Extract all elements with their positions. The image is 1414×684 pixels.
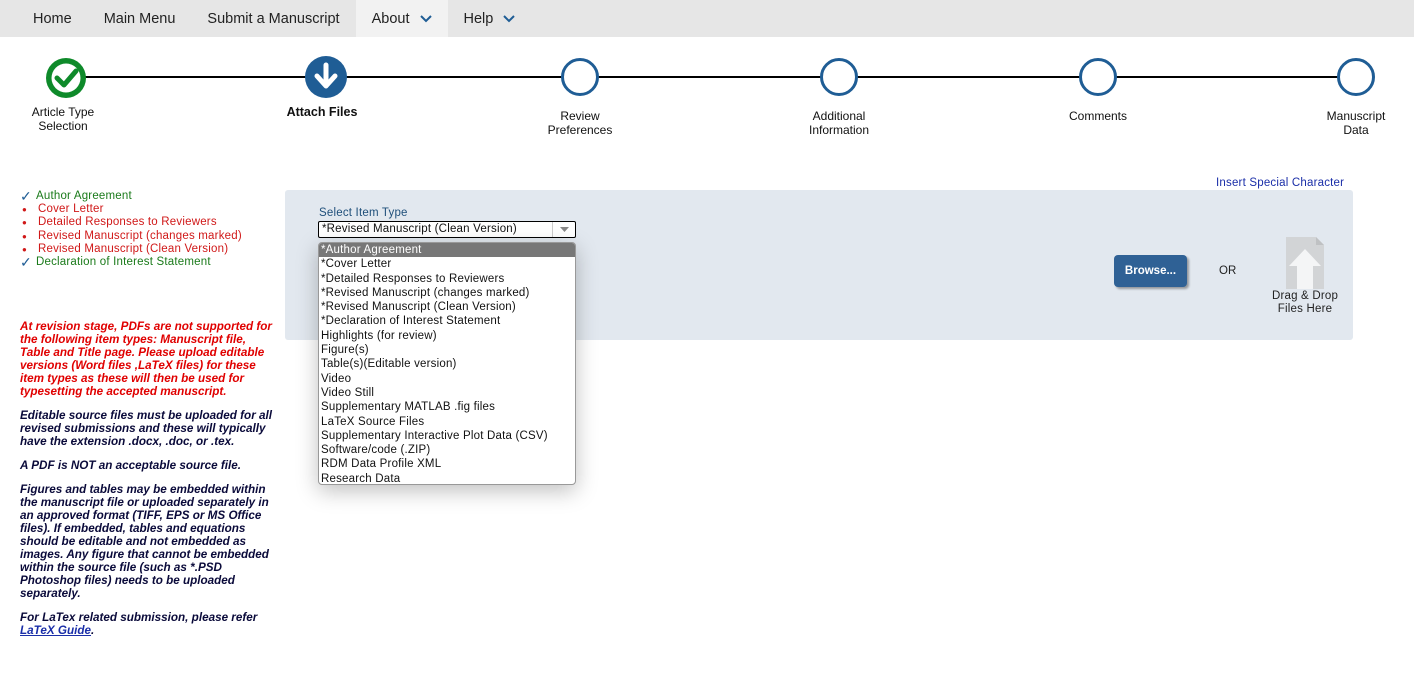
latex-guide-link[interactable]: LaTeX Guide [20, 624, 91, 637]
step-label-line: Article Type [31, 105, 95, 119]
step-label-line: Preferences [547, 123, 613, 137]
nav-main-menu[interactable]: Main Menu [88, 0, 192, 37]
figures-tables-note: Figures and tables may be embedded withi… [20, 483, 269, 600]
dropdown-arrow-icon[interactable] [552, 222, 575, 237]
item-type-option[interactable]: LaTeX Source Files [319, 415, 575, 429]
checklist-item: ● Cover Letter [20, 203, 280, 216]
step-pending-circle[interactable] [1337, 58, 1375, 96]
step-article-type-label: Article Type Selection [0, 105, 133, 133]
or-label: OR [1219, 265, 1237, 277]
drag-drop-upload-icon[interactable] [1284, 235, 1326, 291]
checklist-item-label: Cover Letter [38, 203, 104, 216]
item-type-option[interactable]: Video [319, 372, 575, 386]
required-items-checklist: ✓ Author Agreement ● Cover Letter ● Detaile… [20, 188, 280, 271]
item-type-option[interactable]: *Author Agreement [319, 243, 575, 258]
item-type-option[interactable]: Software/code (.ZIP) [319, 443, 575, 457]
checklist-item: ● Revised Manuscript (changes marked) [20, 230, 280, 243]
checklist-item-label: Declaration of Interest Statement [36, 256, 211, 269]
checklist-item-label: Revised Manuscript (Clean Version) [38, 242, 229, 255]
step-additional-information-label: Additional Information [769, 109, 909, 137]
item-type-selected-value: *Revised Manuscript (Clean Version) [322, 223, 517, 235]
item-type-option[interactable]: Table(s)(Editable version) [319, 357, 575, 371]
insert-special-character-link[interactable]: Insert Special Character [1216, 177, 1344, 189]
top-navigation: Home Main Menu Submit a Manuscript About… [0, 0, 1414, 37]
checkmark-icon: ✓ [20, 254, 32, 271]
item-type-option[interactable]: *Revised Manuscript (changes marked) [319, 286, 575, 300]
step-attach-files-label: Attach Files [252, 105, 392, 119]
step-label-line: Additional [812, 109, 866, 123]
nav-submit-label: Submit a Manuscript [207, 10, 340, 27]
progress-line [66, 76, 1356, 78]
nav-main-menu-label: Main Menu [103, 10, 176, 27]
checklist-item: ✓ Author Agreement [20, 188, 280, 204]
latex-note: For LaTex related submission, please ref… [20, 611, 278, 637]
checklist-item-label: Author Agreement [36, 190, 132, 202]
download-arrow-icon[interactable] [304, 55, 348, 99]
pdf-not-acceptable-note: A PDF is NOT an acceptable source file. [20, 459, 242, 472]
chevron-down-icon [503, 14, 516, 22]
step-comments-label: Comments [1028, 109, 1168, 123]
item-type-option[interactable]: Video Still [319, 386, 575, 400]
step-review-preferences-label: Review Preferences [510, 109, 650, 137]
step-label-line: Review [560, 109, 600, 123]
step-label-line: Attach Files [286, 105, 358, 119]
item-type-option[interactable]: *Detailed Responses to Reviewers [319, 272, 575, 286]
checkmark-icon: ✓ [20, 188, 32, 204]
checklist-item-label: Detailed Responses to Reviewers [38, 216, 217, 229]
item-type-option[interactable]: Research Data [319, 472, 575, 484]
step-manuscript-data-label: Manuscript Data [1286, 109, 1414, 137]
checklist-item: ● Revised Manuscript (Clean Version) [20, 243, 280, 256]
drag-drop-line: Drag & Drop [1271, 290, 1339, 302]
nav-help[interactable]: Help [448, 0, 532, 37]
nav-home[interactable]: Home [0, 0, 88, 37]
drag-drop-line: Files Here [1277, 303, 1333, 315]
browse-button[interactable]: Browse... [1114, 255, 1187, 287]
nav-about-label: About [371, 10, 410, 27]
nav-home-label: Home [33, 10, 72, 27]
item-type-option[interactable]: *Cover Letter [319, 257, 575, 271]
item-type-option[interactable]: RDM Data Profile XML [319, 457, 575, 471]
item-type-option[interactable]: Supplementary MATLAB .fig files [319, 400, 575, 414]
editable-source-note: Editable source files must be uploaded f… [20, 409, 272, 448]
step-complete-icon[interactable] [44, 56, 88, 100]
item-type-select[interactable]: *Revised Manuscript (Clean Version) [318, 221, 576, 238]
nav-about[interactable]: About [355, 0, 448, 37]
latex-note-suffix: . [91, 624, 95, 637]
step-pending-circle[interactable] [561, 58, 599, 96]
step-label-line: Data [1343, 123, 1369, 137]
item-type-option[interactable]: Figure(s) [319, 343, 575, 357]
submission-notes: At revision stage, PDFs are not supporte… [20, 320, 278, 648]
bullet-icon: ● [22, 218, 28, 228]
item-type-option[interactable]: *Revised Manuscript (Clean Version) [319, 300, 575, 314]
checklist-item: ● Detailed Responses to Reviewers [20, 216, 280, 229]
item-type-option[interactable]: Highlights (for review) [319, 329, 575, 343]
checklist-item-label: Revised Manuscript (changes marked) [38, 229, 242, 242]
select-item-type-label: Select Item Type [319, 207, 408, 219]
step-pending-circle[interactable] [820, 58, 858, 96]
step-label-line: Comments [1068, 109, 1127, 123]
step-label-line: Selection [38, 119, 88, 133]
step-label-line: Information [808, 123, 870, 137]
submission-progress: Article Type Selection Attach Files Revi… [0, 38, 1414, 148]
step-label-line: Manuscript [1326, 109, 1386, 123]
bullet-icon: ● [22, 205, 28, 215]
item-type-option[interactable]: *Declaration of Interest Statement [319, 314, 575, 328]
pdf-warning-note: At revision stage, PDFs are not supporte… [20, 320, 272, 398]
nav-submit-manuscript[interactable]: Submit a Manuscript [191, 0, 355, 37]
bullet-icon: ● [22, 231, 28, 241]
nav-help-label: Help [463, 10, 494, 27]
checklist-item: ✓ Declaration of Interest Statement [20, 254, 280, 271]
chevron-down-icon [419, 14, 432, 22]
latex-note-text: For LaTex related submission, please ref… [20, 611, 258, 624]
item-type-option[interactable]: Supplementary Interactive Plot Data (CSV… [319, 429, 575, 443]
item-type-dropdown-list: *Author Agreement *Cover Letter *Detaile… [318, 242, 576, 485]
step-pending-circle[interactable] [1079, 58, 1117, 96]
drag-drop-label[interactable]: Drag & Drop Files Here [1262, 290, 1348, 316]
